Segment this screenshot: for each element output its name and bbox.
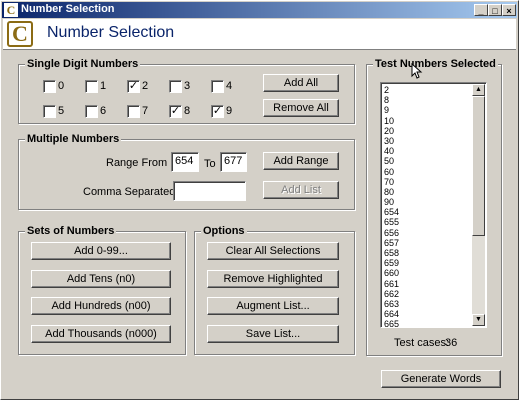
add-thousands-button[interactable]: Add Thousands (n000) [31,325,171,343]
checkbox-digit-label: 1 [100,80,107,92]
company-logo-icon: C [7,21,33,47]
list-item[interactable]: 659 [384,258,472,268]
range-to-label: To [204,158,216,170]
mouse-cursor-icon [411,63,423,79]
add-list-button[interactable]: Add List [263,181,339,199]
scrollbar-thumb[interactable] [472,96,485,236]
list-item[interactable]: 662 [384,289,472,299]
scroll-down-icon[interactable]: ▼ [472,314,485,326]
list-item[interactable]: 8 [384,95,472,105]
checkbox-digit-label: 8 [184,105,191,117]
list-item[interactable]: 90 [384,197,472,207]
test-cases-label: Test cases: [394,337,450,349]
list-item[interactable]: 70 [384,177,472,187]
checkbox-digit-3[interactable] [169,80,182,93]
test-numbers-label: Test Numbers Selected [373,58,498,70]
checkbox-digit-label: 6 [100,105,107,117]
clear-all-selections-button[interactable]: Clear All Selections [207,242,339,260]
list-item[interactable]: 655 [384,217,472,227]
list-item[interactable]: 2 [384,85,472,95]
list-item[interactable]: 10 [384,116,472,126]
augment-list-button[interactable]: Augment List... [207,297,339,315]
remove-all-button[interactable]: Remove All [263,99,339,117]
listbox-scrollbar[interactable]: ▲ ▼ [472,84,485,326]
save-list-button[interactable]: Save List... [207,325,339,343]
add-range-button[interactable]: Add Range [263,152,339,170]
test-cases-count: 36 [445,337,458,349]
page-title: Number Selection [47,24,175,41]
checkbox-digit-0[interactable] [43,80,56,93]
test-numbers-list: 2 8 9 10 20 30 40 50 60 70 80 90 654 655 656 657 658 659 6… [384,85,472,327]
list-item[interactable]: 658 [384,248,472,258]
add-hundreds-button[interactable]: Add Hundreds (n00) [31,297,171,315]
range-from-input[interactable]: 654 [171,152,199,172]
add-0-99-button[interactable]: Add 0-99... [31,242,171,260]
options-label: Options [201,225,247,237]
scroll-up-icon[interactable]: ▲ [472,84,485,96]
checkbox-digit-5[interactable] [43,105,56,118]
close-button[interactable]: × [502,4,516,16]
range-to-input[interactable]: 677 [220,152,247,172]
list-item[interactable]: 50 [384,156,472,166]
checkbox-digit-label: 2 [142,80,149,92]
sets-of-numbers-label: Sets of Numbers [25,225,117,237]
list-item[interactable]: 664 [384,309,472,319]
add-all-button[interactable]: Add All [263,74,339,92]
checkbox-digit-1[interactable] [85,80,98,93]
checkbox-digit-label: 0 [58,80,65,92]
checkbox-digit-7[interactable] [127,105,140,118]
checkbox-digit-6[interactable] [85,105,98,118]
minimize-button[interactable]: _ [474,4,488,16]
list-item[interactable]: 80 [384,187,472,197]
list-item[interactable]: 20 [384,126,472,136]
checkbox-digit-label: 3 [184,80,191,92]
list-item[interactable]: 661 [384,279,472,289]
multiple-numbers-label: Multiple Numbers [25,133,122,145]
title-bar[interactable]: C Number Selection _ □ × [2,2,517,18]
range-from-label: Range From [106,157,168,169]
checkbox-digit-2[interactable]: ✓ [127,80,140,93]
list-item[interactable]: 656 [384,228,472,238]
checkbox-digit-label: 7 [142,105,149,117]
checkbox-digit-label: 4 [226,80,233,92]
list-item[interactable]: 30 [384,136,472,146]
header-banner: C Number Selection [3,19,516,50]
test-numbers-listbox[interactable]: 2 8 9 10 20 30 40 50 60 70 80 90 654 655 656 657 658 659 6… [380,82,487,328]
checkbox-digit-label: 9 [226,105,233,117]
remove-highlighted-button[interactable]: Remove Highlighted [207,270,339,288]
list-item[interactable]: 60 [384,167,472,177]
list-item[interactable]: 654 [384,207,472,217]
checkbox-digit-8[interactable]: ✓ [169,105,182,118]
generate-words-button[interactable]: Generate Words [381,370,501,388]
comma-list-input[interactable] [173,181,246,201]
list-item[interactable]: 663 [384,299,472,309]
maximize-button[interactable]: □ [488,4,502,16]
window-title: Number Selection [21,3,115,15]
checkbox-digit-9[interactable]: ✓ [211,105,224,118]
add-tens-button[interactable]: Add Tens (n0) [31,270,171,288]
main-window: C Number Selection _ □ × C Number Select… [0,0,519,400]
list-item[interactable]: 665 [384,319,472,327]
app-logo-icon: C [4,3,18,17]
list-item[interactable]: 660 [384,268,472,278]
list-item[interactable]: 657 [384,238,472,248]
checkbox-digit-label: 5 [58,105,65,117]
list-item[interactable]: 9 [384,105,472,115]
checkbox-digit-4[interactable] [211,80,224,93]
list-item[interactable]: 40 [384,146,472,156]
single-digit-label: Single Digit Numbers [25,58,141,70]
